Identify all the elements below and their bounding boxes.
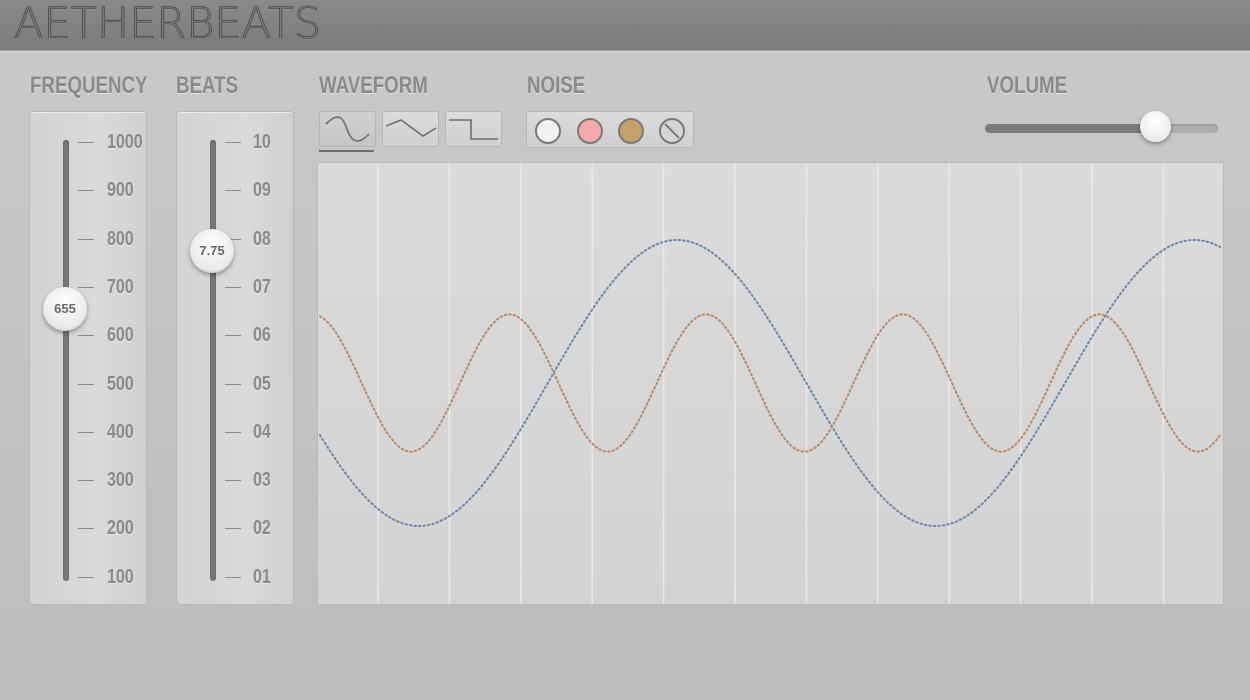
tick-label: 01 [253,565,271,588]
tick-mark [225,142,241,143]
square-wave-button[interactable] [445,111,502,147]
tick-mark [225,576,241,578]
triangle-wave-icon [385,119,437,137]
tick-mark [225,480,241,482]
beats-value: 7.75 [199,243,225,259]
no-noise-button[interactable] [659,118,685,144]
tick-mark [225,335,241,337]
pink-noise-button[interactable] [577,118,603,144]
sine-wave-icon [325,116,370,142]
tick-mark [78,431,94,433]
tick-label: 200 [107,517,134,540]
tick-mark [78,480,94,482]
tick-label: 04 [253,420,271,443]
beats-slider-track[interactable] [210,140,216,581]
triangle-wave-button[interactable] [382,111,439,147]
tick-mark [78,576,94,578]
tick-label: 08 [253,227,271,250]
beats-slider-knob[interactable]: 7.75 [190,228,234,273]
title-bar: AETHERBEATS [0,0,1250,51]
tick-mark [78,190,94,192]
tick-label: 03 [253,469,271,492]
beats-label: BEATS [176,72,239,99]
waveform-graph [317,162,1224,605]
frequency-slider-panel: 1000 900 800 700 600 500 400 300 200 100 655 [29,111,147,605]
frequency-value: 655 [54,301,76,317]
noise-selector [526,111,694,148]
tick-mark [78,528,94,530]
frequency-slider-track[interactable] [63,140,69,581]
tick-mark [225,528,241,530]
tick-label: 100 [107,565,134,588]
tick-label: 700 [107,275,134,298]
tick-mark [225,383,241,385]
tick-label: 02 [253,517,271,540]
selected-waveform-indicator [319,150,374,152]
brown-noise-button[interactable] [618,118,644,144]
tick-label: 09 [253,179,271,202]
tick-label: 07 [253,275,271,298]
wave-series-1 [319,239,1221,527]
beats-slider-panel: 10 09 08 07 06 05 04 03 02 01 7.75 [176,111,294,605]
tick-label: 400 [107,420,134,443]
no-noise-icon [664,123,680,139]
tick-label: 1000 [107,131,143,153]
frequency-label: FREQUENCY [30,72,148,99]
volume-slider-fill [985,124,1156,133]
volume-slider-track[interactable] [985,124,1218,133]
tick-label: 05 [253,372,271,395]
volume-label: VOLUME [987,72,1068,99]
wave-series-2 [319,313,1221,453]
tick-mark [78,335,94,337]
tick-mark [78,286,94,288]
tick-mark [225,286,241,288]
tick-mark [78,238,94,240]
volume-slider-knob[interactable] [1140,111,1172,142]
waveform-chart [319,163,1221,604]
white-noise-button[interactable] [535,118,561,144]
noise-label: NOISE [527,72,586,99]
tick-mark [78,383,94,385]
tick-label: 500 [107,372,134,395]
tick-label: 06 [253,324,271,347]
frequency-slider-knob[interactable]: 655 [43,286,87,331]
tick-label: 600 [107,324,134,347]
tick-mark [225,431,241,433]
square-wave-icon [449,119,498,140]
tick-mark [225,190,241,192]
tick-label: 900 [107,179,134,202]
tick-label: 300 [107,469,134,492]
sine-wave-button[interactable] [319,111,376,147]
app-title: AETHERBEATS [14,0,322,49]
tick-mark [78,142,94,143]
tick-label: 800 [107,227,134,250]
waveform-label: WAVEFORM [319,72,428,99]
tick-label: 10 [253,131,271,153]
